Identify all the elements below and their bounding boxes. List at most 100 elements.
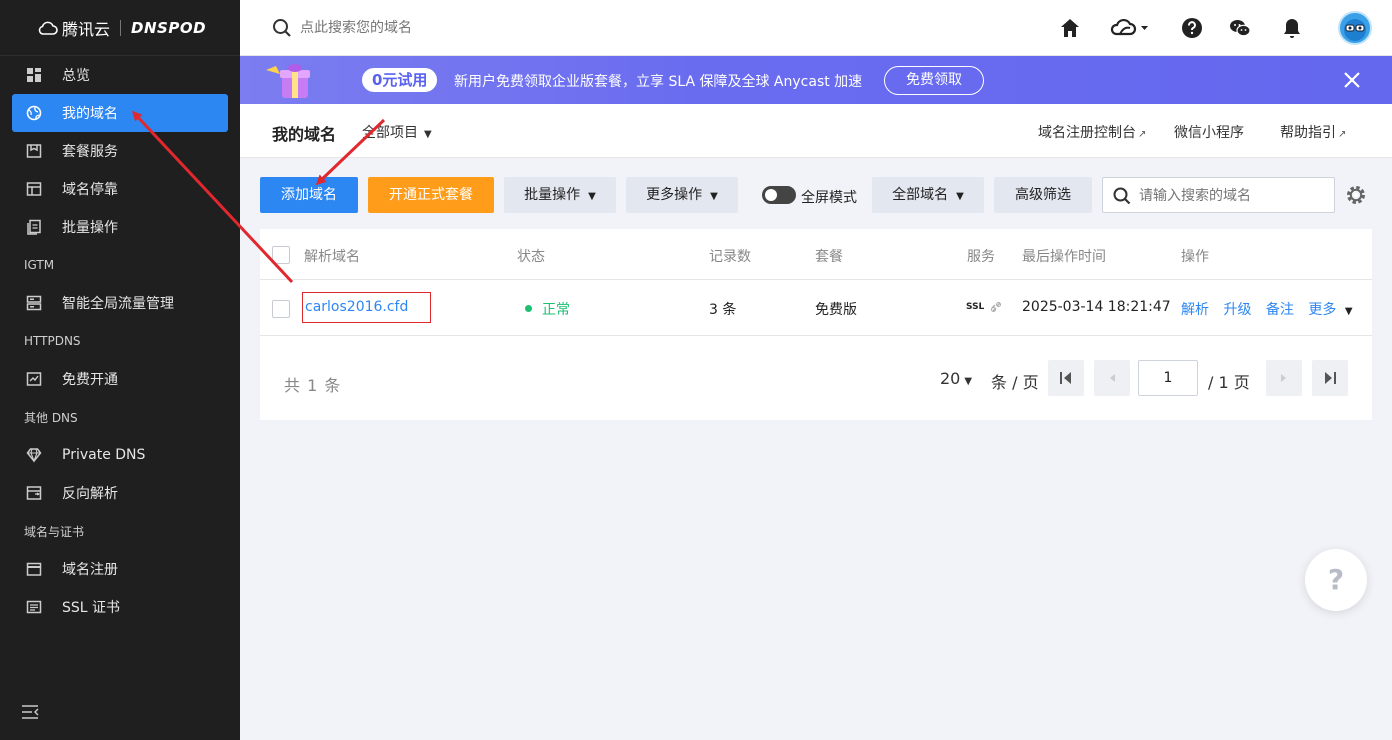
select-all-checkbox[interactable] (272, 246, 290, 264)
registration-console-link[interactable]: 域名注册控制台 ↗ (1038, 122, 1146, 142)
external-link-icon: ↗ (1338, 129, 1347, 140)
batch-operation-dropdown[interactable]: 批量操作 ▼ (504, 177, 616, 213)
sidebar-group-igtm: IGTM (24, 258, 55, 272)
notification-bell-icon[interactable] (1280, 16, 1304, 40)
collapse-sidebar-icon[interactable] (20, 704, 40, 720)
gear-icon[interactable] (1345, 184, 1367, 206)
dropdown-label: 更多操作 (646, 187, 703, 203)
dropdown-label: 批量操作 (524, 187, 581, 203)
wechat-icon[interactable] (1228, 16, 1252, 40)
project-select[interactable]: 全部项目 ▼ (362, 122, 432, 142)
all-domains-dropdown[interactable]: 全部域名 ▼ (872, 177, 984, 213)
cloud-logo-icon (38, 21, 58, 35)
column-actions: 操作 (1181, 249, 1209, 265)
column-domain[interactable]: 解析域名 (304, 246, 360, 266)
gift-box-icon (266, 64, 310, 98)
layout-icon (26, 182, 42, 196)
add-domain-button[interactable]: 添加域名 (260, 177, 358, 213)
last-page-button[interactable] (1312, 360, 1348, 396)
column-status[interactable]: 状态 (517, 246, 545, 266)
wechat-miniprogram-link[interactable]: 微信小程序 (1174, 122, 1244, 142)
domain-search-input[interactable] (1139, 186, 1329, 206)
sidebar-item-label: 免费开通 (62, 372, 118, 388)
cloud-menu-icon[interactable] (1110, 16, 1152, 40)
sidebar-item-packages[interactable]: 套餐服务 (0, 132, 240, 170)
table-row: carlos2016.cfd 正常 3 条 免费版 SSL 2025-03-14… (260, 281, 1372, 336)
table-header: 解析域名 状态 记录数 套餐 服务 最后操作时间 操作 (260, 229, 1372, 280)
claim-free-button[interactable]: 免费领取 (884, 66, 984, 95)
resolve-action-link[interactable]: 解析 (1181, 302, 1209, 318)
help-guide-link[interactable]: 帮助指引 ↗ (1280, 122, 1346, 142)
help-icon[interactable] (1180, 16, 1204, 40)
globe-icon (26, 105, 42, 121)
column-service: 服务 (967, 249, 995, 265)
brand-name-en: DNSPOD (131, 18, 207, 37)
page-title: 我的域名 (272, 125, 337, 144)
link-label: 帮助指引 (1280, 125, 1336, 141)
open-plan-button[interactable]: 开通正式套餐 (368, 177, 494, 213)
link-label: 微信小程序 (1174, 125, 1244, 141)
page-number-input[interactable]: 1 (1138, 360, 1198, 396)
sidebar-item-traffic[interactable]: 智能全局流量管理 (0, 284, 240, 322)
sidebar-item-reverse[interactable]: 反向解析 (0, 474, 240, 512)
calendar-icon (26, 562, 42, 576)
top-search-input[interactable] (300, 16, 600, 40)
sidebar-item-ssl[interactable]: SSL 证书 (0, 588, 240, 626)
ssl-service-badge[interactable]: SSL (966, 302, 984, 312)
column-plan[interactable]: 套餐 (815, 246, 843, 266)
page-size-value: 20 (940, 369, 961, 388)
sidebar-item-label: 套餐服务 (62, 144, 118, 160)
sidebar-item-batch[interactable]: 批量操作 (0, 208, 240, 246)
search-icon[interactable] (272, 18, 292, 38)
row-checkbox[interactable] (272, 300, 290, 318)
server-icon (26, 295, 42, 311)
chevron-down-icon: ▼ (964, 376, 973, 387)
floating-help-button[interactable]: ? (1305, 549, 1367, 611)
chevron-down-icon: ▼ (956, 191, 964, 202)
sidebar-item-free-activate[interactable]: 免费开通 (0, 360, 240, 398)
chevron-down-icon[interactable]: ▼ (1345, 306, 1353, 317)
plan-name: 免费版 (815, 302, 857, 318)
sidebar-group-other-dns: 其他 DNS (24, 410, 78, 425)
more-action-link[interactable]: 更多 (1308, 302, 1336, 318)
prev-page-button[interactable] (1094, 360, 1130, 396)
diamond-icon (26, 448, 42, 463)
sidebar-item-overview[interactable]: 总览 (0, 56, 240, 94)
upgrade-action-link[interactable]: 升级 (1223, 302, 1251, 318)
user-avatar[interactable] (1338, 11, 1372, 45)
link-label: 域名注册控制台 (1038, 125, 1136, 141)
sidebar-item-registration[interactable]: 域名注册 (0, 550, 240, 588)
column-last-operation[interactable]: 最后操作时间 (1022, 246, 1106, 266)
close-icon[interactable] (1342, 70, 1362, 90)
sidebar-item-label: Private DNS (62, 447, 146, 463)
status-dot (525, 305, 532, 312)
link-chain-icon[interactable] (990, 301, 1002, 313)
sidebar-item-parking[interactable]: 域名停靠 (0, 170, 240, 208)
status-badge: 正常 (525, 299, 570, 319)
home-icon[interactable] (1058, 16, 1082, 40)
domain-name-link[interactable]: carlos2016.cfd (302, 292, 431, 323)
sidebar-item-my-domains[interactable]: 我的域名 (12, 94, 228, 132)
brand-logo[interactable]: 腾讯云 DNSPOD (0, 0, 240, 56)
copy-icon (27, 219, 41, 235)
more-operations-dropdown[interactable]: 更多操作 ▼ (626, 177, 738, 213)
column-records[interactable]: 记录数 (709, 246, 751, 266)
dashboard-icon (27, 68, 41, 82)
fullscreen-label: 全屏模式 (801, 190, 857, 206)
sidebar-group-domain-cert: 域名与证书 (24, 524, 85, 539)
sidebar-item-private-dns[interactable]: Private DNS (0, 436, 240, 474)
first-page-button[interactable] (1048, 360, 1084, 396)
sidebar-item-label: 我的域名 (62, 106, 118, 122)
advanced-filter-button[interactable]: 高级筛选 (994, 177, 1092, 213)
sidebar-item-label: 批量操作 (62, 220, 118, 236)
fullscreen-toggle[interactable] (762, 186, 796, 204)
remark-action-link[interactable]: 备注 (1266, 302, 1294, 318)
record-count: 3 条 (709, 302, 737, 318)
next-page-button[interactable] (1266, 360, 1302, 396)
chevron-down-icon: ▼ (710, 191, 718, 202)
promo-banner: 0元试用 新用户免费领取企业版套餐，立享 SLA 保障及全球 Anycast 加… (240, 56, 1392, 104)
total-pages: / 1 页 (1208, 373, 1250, 392)
search-icon[interactable] (1113, 187, 1131, 205)
page-size-select[interactable]: 20 ▼ (940, 369, 972, 388)
page-header: 我的域名 全部项目 ▼ 域名注册控制台 ↗ 微信小程序 帮助指引 ↗ (240, 104, 1392, 158)
